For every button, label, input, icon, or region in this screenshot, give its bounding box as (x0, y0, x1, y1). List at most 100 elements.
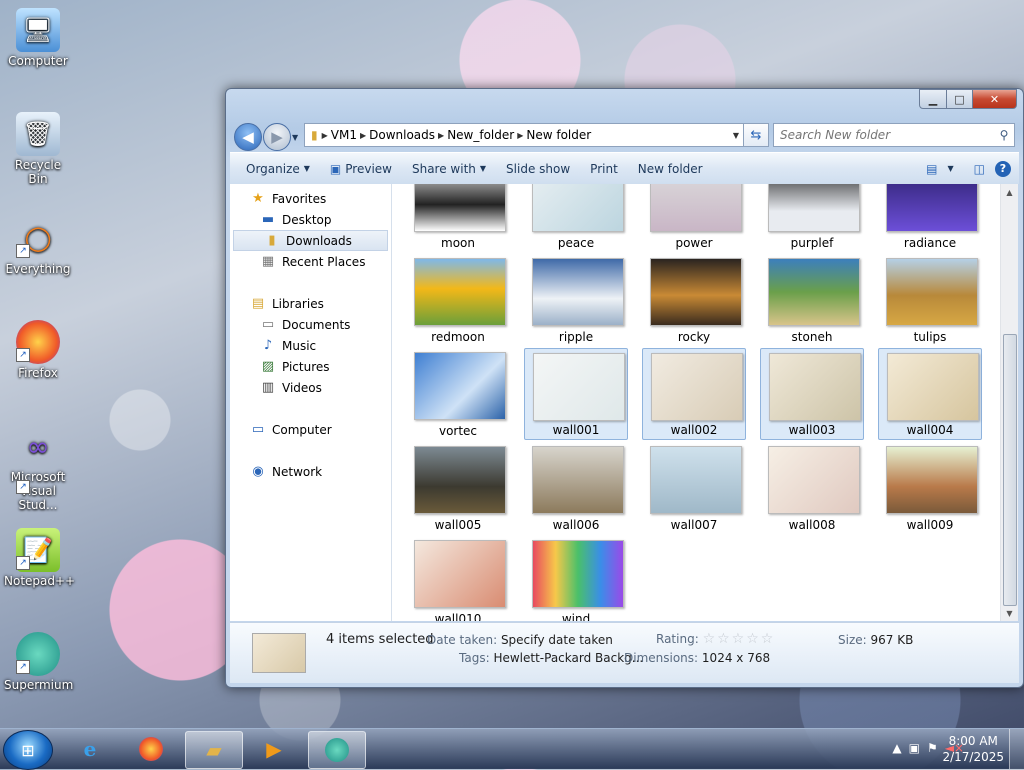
search-input[interactable] (774, 127, 994, 143)
chevron-right-icon[interactable]: ▶ (517, 131, 523, 140)
maximize-button[interactable]: □ (947, 89, 973, 109)
recent-pages-dropdown[interactable]: ▼ (292, 133, 298, 142)
address-bar[interactable]: ▮ ▶ VM1 ▶ Downloads ▶ New_folder ▶ New f… (304, 123, 744, 147)
taskbar: ⊞ e ▰ ▶ ▲ ▣ ⚑ ◄× 8:00 AM 2/17/2025 (0, 728, 1024, 770)
scroll-down-icon[interactable]: ▼ (1001, 605, 1018, 621)
tags-value[interactable]: Hewlett-Packard Backg... (493, 651, 643, 665)
new-folder-button[interactable]: New folder (628, 153, 713, 184)
chevron-right-icon[interactable]: ▶ (360, 131, 366, 140)
file-thumbnail-peace[interactable]: peace (524, 184, 628, 252)
search-icon[interactable]: ⚲ (994, 128, 1014, 142)
rating-stars-icon[interactable]: ☆☆☆☆☆ (703, 631, 776, 647)
taskbar-windows-explorer[interactable]: ▰ (185, 731, 243, 769)
taskbar-internet-explorer[interactable]: e (62, 731, 118, 767)
desktop-icon-computer[interactable]: 🖥 Computer (4, 8, 72, 68)
file-thumbnail-wall006[interactable]: wall006 (524, 442, 628, 534)
desktop-icon-recycle-bin[interactable]: 🗑 Recycle Bin (4, 112, 72, 186)
desktop-icon-visual-studio[interactable]: ∞ Microsoft Visual Stud... ↗ (4, 424, 72, 513)
print-button[interactable]: Print (580, 153, 628, 184)
file-thumbnail-wall010[interactable]: wall010 (406, 536, 510, 621)
file-thumbnail-wall005[interactable]: wall005 (406, 442, 510, 534)
file-name-label: wall004 (906, 423, 954, 437)
nav-label: Desktop (282, 212, 332, 227)
rating-field[interactable]: Rating: ☆☆☆☆☆ (656, 631, 775, 647)
file-thumbnail-wall009[interactable]: wall009 (878, 442, 982, 534)
minimize-button[interactable]: ▁ (919, 89, 947, 109)
desktop-icon-everything[interactable]: ◯ Everything ↗ (4, 216, 72, 276)
file-thumbnail-stoneh[interactable]: stoneh (760, 254, 864, 346)
forward-button[interactable]: ▶ (263, 123, 291, 151)
selection-preview-thumbnail (252, 633, 306, 673)
address-dropdown-icon[interactable]: ▼ (729, 131, 743, 140)
desktop-icon-firefox[interactable]: Firefox ↗ (4, 320, 72, 380)
breadcrumb-downloads[interactable]: Downloads (369, 128, 435, 142)
file-thumbnail-power[interactable]: power (642, 184, 746, 252)
nav-libraries[interactable]: ▤ Libraries (230, 293, 410, 314)
file-name-label: stoneh (791, 330, 833, 344)
vertical-scrollbar[interactable]: ▲ ▼ (1000, 184, 1018, 621)
close-button[interactable]: ✕ (973, 89, 1017, 109)
chevron-down-icon: ▼ (479, 164, 487, 173)
size-field: Size: 967 KB (838, 633, 913, 647)
breadcrumb-new-folder[interactable]: New folder (526, 128, 591, 142)
file-thumbnail-wall004[interactable]: wall004 (878, 348, 982, 440)
file-thumbnail-radiance[interactable]: radiance (878, 184, 982, 252)
organize-button[interactable]: Organize ▼ (230, 153, 320, 184)
help-icon[interactable]: ? (995, 160, 1011, 177)
date-taken-field[interactable]: Date taken: Specify date taken (427, 633, 613, 647)
chevron-right-icon[interactable]: ▶ (438, 131, 444, 140)
preview-button[interactable]: ▣ Preview (320, 153, 402, 184)
window-controls: ▁ □ ✕ (919, 89, 1017, 109)
view-options-dropdown-icon[interactable]: ▼ (948, 164, 954, 173)
thumbnail-image (887, 353, 979, 421)
action-center-flag-icon[interactable]: ⚑ (927, 741, 938, 755)
chevron-right-icon[interactable]: ▶ (322, 131, 328, 140)
breadcrumb-new-folder-parent[interactable]: New_folder (447, 128, 514, 142)
file-thumbnail-wall001[interactable]: wall001 (524, 348, 628, 440)
refresh-button[interactable]: ⇆ (743, 123, 769, 147)
taskbar-firefox[interactable] (123, 731, 179, 767)
file-thumbnail-wall003[interactable]: wall003 (760, 348, 864, 440)
scroll-up-icon[interactable]: ▲ (1001, 184, 1018, 200)
desktop-icon-notepadpp[interactable]: 📝 Notepad++ ↗ (4, 528, 75, 588)
breadcrumb-vm1[interactable]: VM1 (331, 128, 357, 142)
nav-network[interactable]: ◉ Network (230, 461, 410, 482)
file-thumbnail-wall002[interactable]: wall002 (642, 348, 746, 440)
command-bar: Organize ▼ ▣ Preview Share with ▼ Slide sho… (230, 152, 1019, 184)
file-thumbnail-vortec[interactable]: vortec (406, 348, 510, 440)
start-button[interactable]: ⊞ (3, 730, 53, 770)
file-thumbnail-wall008[interactable]: wall008 (760, 442, 864, 534)
nav-downloads[interactable]: ▮ Downloads (233, 230, 388, 251)
taskbar-supermium[interactable] (308, 731, 366, 769)
scrollbar-thumb[interactable] (1003, 334, 1017, 606)
taskbar-media-player[interactable]: ▶ (246, 731, 302, 767)
file-thumbnail-tulips[interactable]: tulips (878, 254, 982, 346)
thumbnail-image (768, 258, 860, 326)
clock[interactable]: 8:00 AM 2/17/2025 (942, 733, 1004, 765)
change-view-icon[interactable]: ▤ (926, 162, 937, 176)
file-name-label: tulips (913, 330, 947, 344)
show-desktop-button[interactable] (1009, 729, 1024, 769)
file-name-label: redmoon (431, 330, 485, 344)
file-thumbnail-ripple[interactable]: ripple (524, 254, 628, 346)
preview-pane-icon[interactable]: ◫ (974, 162, 985, 176)
back-button[interactable]: ◀ (234, 123, 262, 151)
nav-favorites[interactable]: ★ Favorites (230, 188, 410, 209)
date-taken-value[interactable]: Specify date taken (501, 633, 613, 647)
share-with-button[interactable]: Share with ▼ (402, 153, 496, 184)
music-icon: ♪ (263, 338, 273, 353)
nav-computer[interactable]: ▭ Computer (230, 419, 410, 440)
file-thumbnail-purplef[interactable]: purplef (760, 184, 864, 252)
search-box[interactable]: ⚲ (773, 123, 1015, 147)
slide-show-button[interactable]: Slide show (496, 153, 580, 184)
show-hidden-icons-icon[interactable]: ▲ (892, 741, 901, 755)
file-thumbnail-redmoon[interactable]: redmoon (406, 254, 510, 346)
tags-field[interactable]: Tags: Hewlett-Packard Backg... (459, 651, 643, 665)
file-thumbnail-moon[interactable]: moon (406, 184, 510, 252)
desktop-icon-supermium[interactable]: Supermium ↗ (4, 632, 73, 692)
file-thumbnail-wall007[interactable]: wall007 (642, 442, 746, 534)
documents-icon: ▭ (261, 317, 275, 332)
network-tray-icon[interactable]: ▣ (909, 741, 920, 755)
file-thumbnail-rocky[interactable]: rocky (642, 254, 746, 346)
file-thumbnail-wind[interactable]: wind (524, 536, 628, 621)
